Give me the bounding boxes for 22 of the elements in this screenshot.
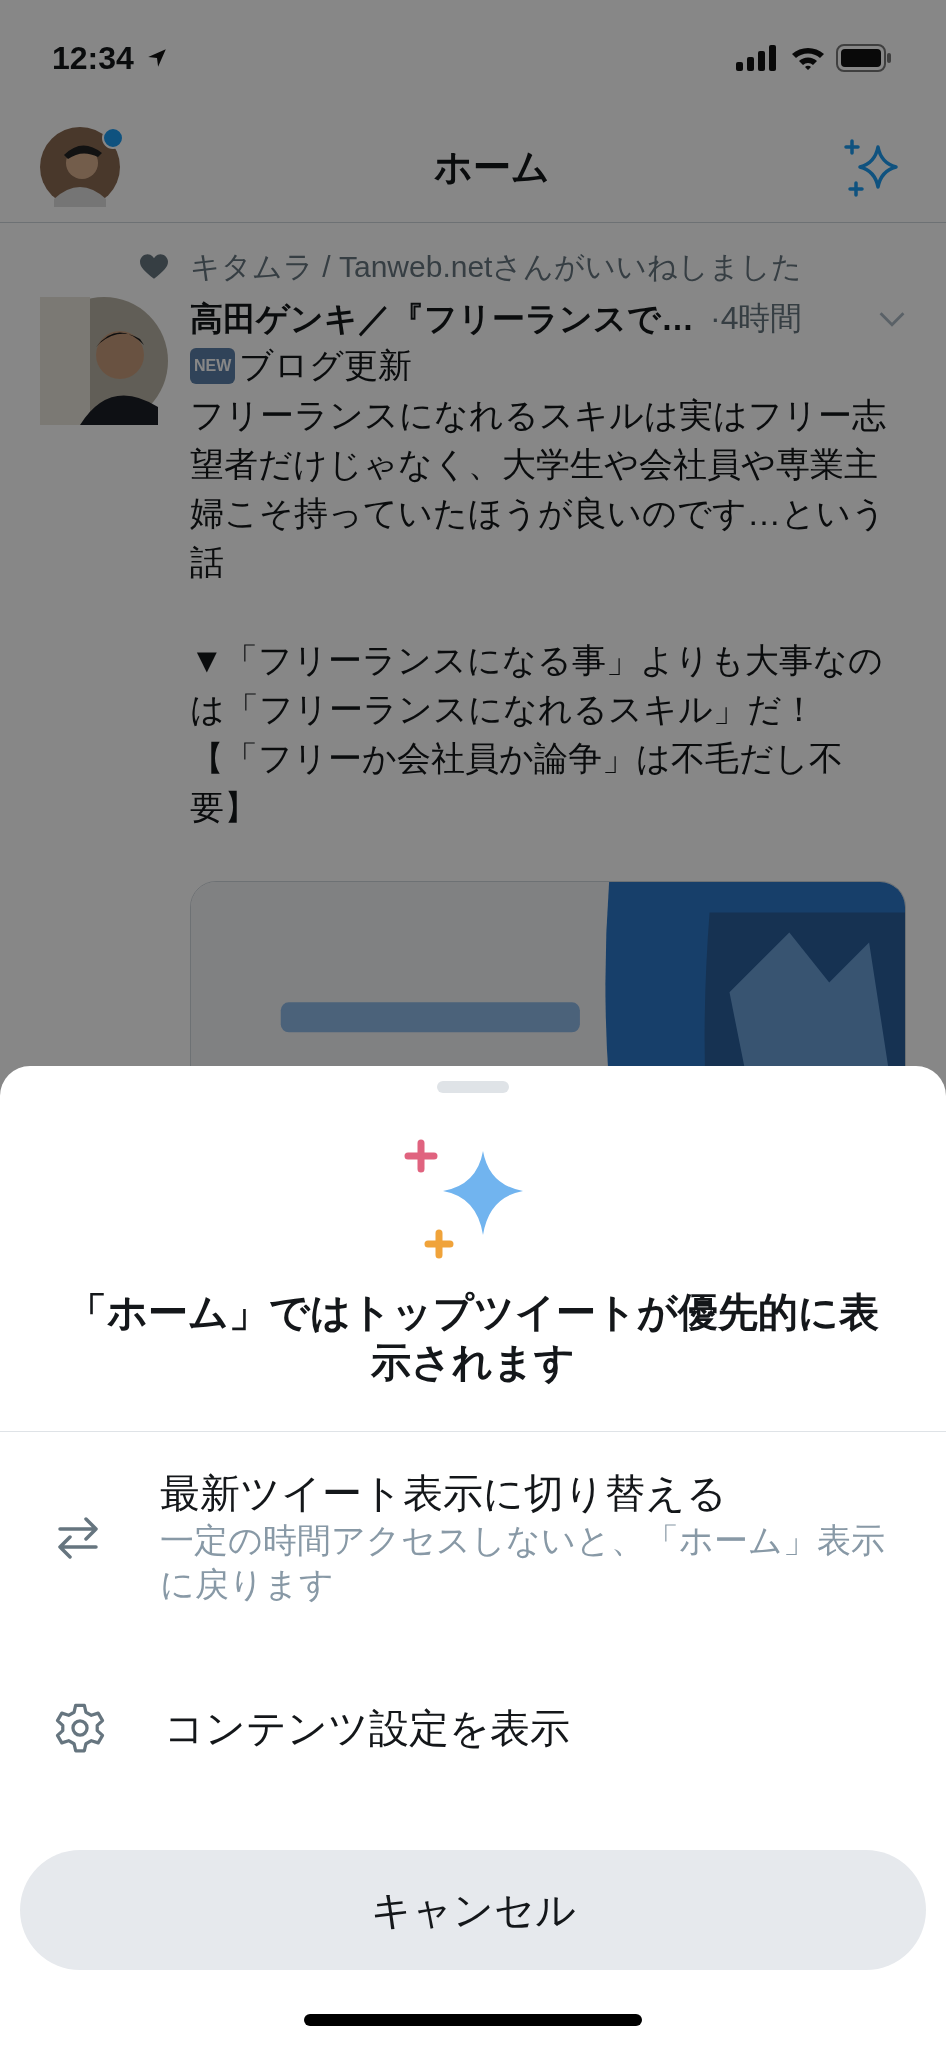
settings-icon <box>54 1702 106 1754</box>
liked-by-text: キタムラ / Tanweb.netさんがいいねしました <box>190 248 803 285</box>
author-name[interactable]: 高田ゲンキ／『フリーランスで… <box>190 296 694 342</box>
author-avatar[interactable] <box>40 297 168 425</box>
tweet-text: フリーランスになれるスキルは実はフリー志望者だけじゃなく、大学生や会社員や専業主婦こそ持っていたほうが良いのです…という話 <box>190 395 887 583</box>
tweet-text: 【「フリーか会社員か論争」は不毛だし不要】 <box>190 738 844 828</box>
menu-option[interactable]: コンテンツ設定を表示 <box>0 1642 946 1814</box>
header-title: ホーム <box>433 144 551 190</box>
drag-handle[interactable] <box>437 1081 509 1093</box>
chevron-down-icon[interactable] <box>878 311 906 327</box>
menu-option[interactable]: 最新ツイート表示に切り替える 一定の時間アクセスしないと、「ホーム」表示に戻ります <box>0 1432 946 1642</box>
status-time: 12:34 <box>52 39 134 77</box>
new-badge: NEW <box>190 348 236 384</box>
tweet-text: ▼「フリーランスになる事」よりも大事なのは「フリーランスになれるスキル」だ！ <box>190 640 884 730</box>
wifi-icon <box>790 45 826 71</box>
tweet-headline: ブログ更新 <box>239 345 413 386</box>
heart-icon <box>140 254 168 280</box>
profile-avatar[interactable] <box>40 127 120 207</box>
cancel-button[interactable]: キャンセル <box>20 1850 926 1970</box>
sheet-title: 「ホーム」ではトップツイートが優先的に表示されます <box>66 1289 880 1386</box>
tweet-time: ·4時間 <box>710 299 803 338</box>
battery-icon <box>836 44 892 72</box>
